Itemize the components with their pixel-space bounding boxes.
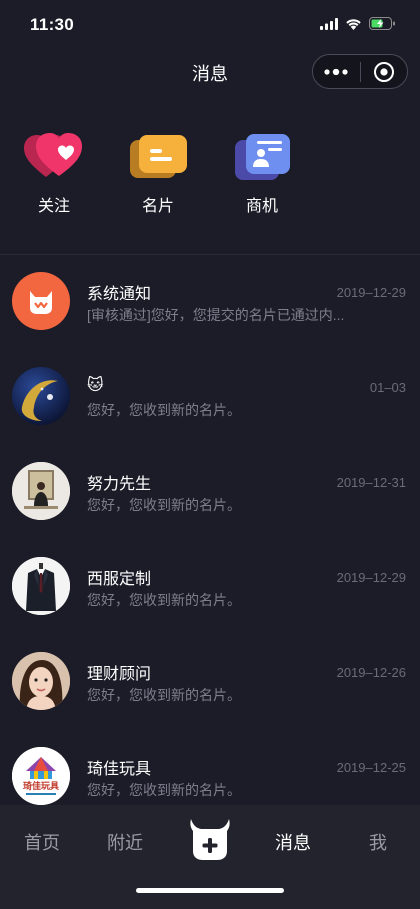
moon-avatar [12,367,70,425]
message-date: 2019–12-26 [336,665,406,680]
suit-avatar [12,557,70,615]
list-item[interactable]: 理财顾问 您好，您收到新的名片。 2019–12-26 [0,635,420,730]
shortcut-card[interactable]: 名片 [118,132,198,216]
business-card-icon [232,132,292,182]
toy-logo-avatar: 琦佳玩具 [12,747,70,805]
message-preview: 您好，您收到新的名片。 [87,497,241,513]
message-date: 01–03 [369,380,406,395]
person-avatar [12,462,70,520]
shortcut-row: 关注 名片 商机 [0,132,420,222]
message-date: 2019–12-29 [336,570,406,585]
message-preview: 您好，您收到新的名片。 [87,782,241,798]
toy-logo-text: 琦佳玩具 [23,780,59,792]
message-preview: [审核通过]您好，您提交的名片已通过内... [87,307,345,323]
message-title: 琦佳玩具 [87,761,152,778]
battery-charging-icon [369,17,395,30]
message-title: 理财顾问 [87,666,152,683]
more-dots-icon [324,68,348,75]
message-title: 努力先生 [87,476,152,493]
message-title: 西服定制 [87,571,152,588]
shortcut-label: 关注 [37,198,70,215]
system-notice-avatar [12,272,70,330]
tab-home[interactable]: 首页 [12,829,72,855]
mini-program-capsule [312,54,408,89]
bull-add-icon [190,819,230,860]
message-preview: 您好，您收到新的名片。 [87,402,241,418]
tab-bar: 首页 附近 消息 我 [0,805,420,909]
card-icon [128,132,188,182]
shortcut-business[interactable]: 商机 [222,132,302,216]
message-date: 2019–12-31 [336,475,406,490]
status-time: 11:30 [30,15,75,34]
tab-messages[interactable]: 消息 [263,829,323,855]
message-preview: 您好，您收到新的名片。 [87,592,241,608]
list-item[interactable]: 努力先生 您好，您收到新的名片。 2019–12-31 [0,445,420,540]
message-preview: 您好，您收到新的名片。 [87,687,241,703]
nav-bar: 消息 [0,48,420,96]
message-list[interactable]: 系统通知 [审核通过]您好，您提交的名片已通过内... 2019–12-29 🐱… [0,255,420,805]
status-bar: 11:30 [0,0,420,48]
message-title: 🐱 [87,377,104,394]
message-date: 2019–12-25 [336,760,406,775]
woman-avatar [12,652,70,710]
shortcut-label: 名片 [141,198,174,215]
message-date: 2019–12-29 [336,285,406,300]
list-item[interactable]: 🐱 您好，您收到新的名片。 01–03 [0,350,420,445]
close-button[interactable] [360,55,407,88]
shortcut-label: 商机 [245,198,278,215]
wifi-icon [346,18,361,30]
signal-icon [320,17,338,30]
list-item[interactable]: 琦佳玩具 琦佳玩具 您好，您收到新的名片。 2019–12-25 [0,730,420,805]
message-title: 系统通知 [87,286,152,303]
list-item[interactable]: 系统通知 [审核通过]您好，您提交的名片已通过内... 2019–12-29 [0,255,420,350]
shortcut-follow[interactable]: 关注 [14,132,94,216]
list-item[interactable]: 西服定制 您好，您收到新的名片。 2019–12-29 [0,540,420,635]
add-button[interactable] [189,817,231,861]
more-button[interactable] [313,55,360,88]
heart-icon [24,132,84,182]
tab-nearby[interactable]: 附近 [95,829,155,855]
tab-me[interactable]: 我 [348,829,408,855]
home-indicator [136,888,284,893]
status-icons [320,17,396,30]
close-target-icon [373,61,394,82]
